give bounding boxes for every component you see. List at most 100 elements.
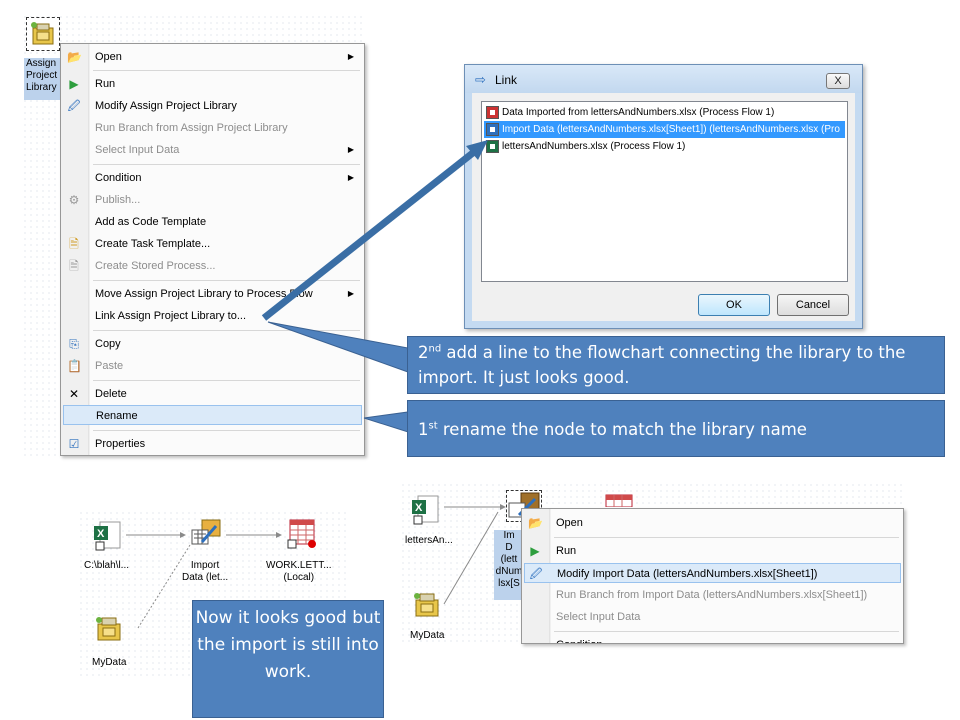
output-node-label: WORK.LETT... (Local)	[266, 560, 332, 583]
close-button[interactable]: X	[826, 73, 850, 89]
run-icon: ▶	[530, 544, 540, 558]
menu-item-label: Properties	[95, 438, 146, 450]
menu-separator	[93, 164, 360, 165]
menu-item-label: Paste	[95, 360, 124, 372]
import-node-label: Im D (lett dNum lsx[S	[494, 530, 524, 600]
excel-file-icon[interactable]: X	[410, 494, 442, 526]
menu-item-label: Create Task Template...	[95, 238, 211, 250]
link-target-item[interactable]: Import Data (lettersAndNumbers.xlsx[Shee…	[484, 121, 845, 138]
import-node-label: Import Data (let...	[182, 560, 229, 583]
menu-item-open[interactable]: 📂 Open	[524, 513, 901, 533]
menu-item-label: Condition	[556, 635, 602, 643]
import-data-icon	[486, 123, 499, 136]
modify-icon: 🖉	[67, 99, 81, 113]
menu-item-condition[interactable]: Condition	[524, 635, 901, 643]
menu-item-label: Select Input Data	[556, 611, 641, 623]
menu-item-label: Link Assign Project Library to...	[95, 310, 247, 322]
dialog-title: Link	[495, 73, 518, 87]
ok-button[interactable]: OK	[698, 294, 770, 316]
output-table-icon[interactable]	[286, 518, 318, 550]
menu-item-create-task-template[interactable]: 🗎 Create Task Template...	[63, 234, 362, 254]
callout-add-line: 2nd add a line to the flowchart connecti…	[407, 336, 945, 394]
callout-step-suffix: nd	[428, 343, 442, 355]
svg-text:X: X	[97, 528, 105, 540]
callout-step-suffix: st	[428, 420, 438, 432]
context-menu-import: 📂 Open ▶ Run 🖉 Modify Import Data (lettersAnd…	[521, 508, 904, 644]
library-node-label: MyData	[92, 657, 127, 668]
excel-file-icon	[486, 140, 499, 153]
menu-item-run[interactable]: ▶ Run	[524, 541, 901, 561]
svg-text:X: X	[415, 502, 423, 514]
run-icon: ▶	[69, 77, 79, 91]
menu-item-label: Delete	[95, 388, 127, 400]
menu-item-label: Condition	[95, 172, 142, 184]
cancel-button[interactable]: Cancel	[777, 294, 849, 316]
menu-separator	[93, 380, 360, 381]
menu-item-copy[interactable]: ⎘ Copy	[63, 334, 362, 354]
link-arrow-icon: ⇨	[475, 72, 486, 87]
menu-item-run-branch-from-import-data-lettersandnu[interactable]: Run Branch from Import Data (lettersAndN…	[524, 585, 901, 605]
submenu-arrow-icon: ▶	[347, 289, 354, 298]
properties-icon: ☑	[68, 437, 80, 451]
menu-separator	[93, 280, 360, 281]
delete-icon: ✕	[68, 387, 80, 401]
menu-item-label: Modify Import Data (lettersAndNumbers.xl…	[557, 568, 818, 580]
modify-icon: 🖉	[529, 567, 543, 581]
source-node-label: lettersAn...	[405, 535, 453, 546]
menu-item-run-branch-from-assign-project-library[interactable]: Run Branch from Assign Project Library	[63, 118, 362, 138]
menu-item-label: Create Stored Process...	[95, 260, 216, 272]
folder-open-icon: 📂	[67, 50, 82, 64]
data-table-icon	[486, 106, 499, 119]
menu-item-properties[interactable]: ☑ Properties	[63, 434, 362, 454]
stored-process-icon: 🗎	[69, 259, 79, 273]
menu-item-add-as-code-template[interactable]: Add as Code Template	[63, 212, 362, 232]
menu-item-paste[interactable]: 📋 Paste	[63, 356, 362, 376]
menu-item-label: Select Input Data	[95, 144, 180, 156]
import-data-icon[interactable]	[190, 518, 222, 550]
menu-item-select-input-data[interactable]: Select Input Data ▶	[63, 140, 362, 160]
callout-step-number: 1	[418, 420, 429, 439]
link-target-item[interactable]: Data Imported from lettersAndNumbers.xls…	[484, 104, 845, 121]
link-target-item[interactable]: lettersAndNumbers.xlsx (Process Flow 1)	[484, 138, 845, 155]
output-table-icon[interactable]	[604, 493, 634, 507]
submenu-arrow-icon: ▶	[347, 173, 354, 182]
paste-icon: 📋	[67, 359, 82, 373]
menu-item-modify-assign-project-library[interactable]: 🖉 Modify Assign Project Library	[63, 96, 362, 116]
callout-step-number: 2	[418, 343, 429, 362]
menu-item-link-assign-project-library-to[interactable]: Link Assign Project Library to...	[63, 306, 362, 326]
menu-item-label: Run Branch from Import Data (lettersAndN…	[556, 589, 868, 601]
menu-item-delete[interactable]: ✕ Delete	[63, 384, 362, 404]
menu-item-label: Modify Assign Project Library	[95, 100, 237, 112]
menu-item-open[interactable]: 📂 Open ▶	[63, 47, 362, 67]
context-menu: 📂 Open ▶ ▶ Run 🖉 Modify Assign Project Library…	[60, 43, 365, 456]
menu-item-modify-import-data-lettersandnumbers-xls[interactable]: 🖉 Modify Import Data (lettersAndNumbers.x…	[524, 563, 901, 583]
callout-rename: 1st rename the node to match the library…	[407, 400, 945, 457]
submenu-arrow-icon: ▶	[347, 145, 354, 154]
menu-item-run[interactable]: ▶ Run	[63, 74, 362, 94]
assign-library-node[interactable]	[26, 17, 60, 51]
menu-item-rename[interactable]: Rename	[63, 405, 362, 425]
menu-item-label: Copy	[95, 338, 121, 350]
library-icon	[31, 22, 54, 45]
task-template-icon: 🗎	[69, 237, 79, 251]
folder-open-icon: 📂	[528, 516, 543, 530]
menu-separator	[93, 430, 360, 431]
excel-file-icon[interactable]: X	[92, 520, 124, 552]
menu-item-publish[interactable]: ⚙ Publish...	[63, 190, 362, 210]
menu-separator	[93, 330, 360, 331]
library-node-label: MyData	[410, 630, 445, 641]
callout-text: add a line to the flowchart connecting t…	[418, 343, 906, 387]
dialog-titlebar[interactable]: ⇨ Link X	[465, 65, 862, 93]
library-icon[interactable]	[410, 588, 442, 620]
menu-item-select-input-data[interactable]: Select Input Data	[524, 607, 901, 627]
menu-item-label: Add as Code Template	[95, 216, 207, 228]
menu-separator	[554, 537, 899, 538]
submenu-arrow-icon: ▶	[347, 52, 354, 61]
menu-item-condition[interactable]: Condition ▶	[63, 168, 362, 188]
assign-library-node-label: Assign Project Library	[24, 58, 64, 100]
library-icon[interactable]	[92, 612, 124, 644]
callout-text: rename the node to match the library nam…	[437, 420, 807, 439]
menu-item-create-stored-process[interactable]: 🗎 Create Stored Process...	[63, 256, 362, 276]
menu-item-move-assign-project-library-to-process-f[interactable]: Move Assign Project Library to Process F…	[63, 284, 362, 304]
link-target-list[interactable]: Data Imported from lettersAndNumbers.xls…	[481, 101, 848, 282]
